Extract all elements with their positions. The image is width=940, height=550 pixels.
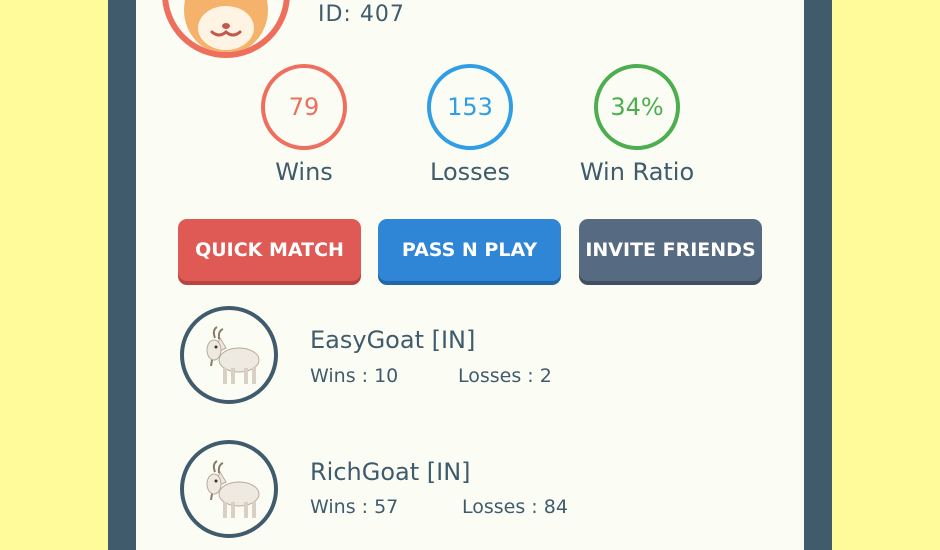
opponent-wins-value: 10	[374, 365, 399, 387]
opponent-losses: Losses : 2	[458, 365, 552, 387]
opponent-wins: Wins : 10	[310, 365, 398, 387]
opponent-losses-value: 2	[539, 365, 552, 387]
opponent-losses-label: Losses :	[458, 365, 534, 387]
opponent-losses-value: 84	[543, 496, 568, 518]
opponent-avatar	[180, 306, 278, 404]
player-id-value: 407	[359, 2, 405, 27]
invite-friends-button[interactable]: INVITE FRIENDS	[579, 219, 762, 281]
goat-icon	[206, 326, 260, 384]
opponent-avatar	[180, 440, 278, 538]
pass-n-play-button[interactable]: PASS N PLAY	[378, 219, 561, 281]
losses-value: 153	[447, 93, 493, 121]
opponent-wins-value: 57	[374, 496, 399, 518]
opponent-name: EasyGoat [IN]	[310, 326, 476, 354]
wins-label: Wins	[275, 158, 333, 186]
opponent-wins: Wins : 57	[310, 496, 398, 518]
player-id-label: ID:	[318, 2, 352, 27]
wins-value: 79	[288, 93, 320, 121]
opponent-name: RichGoat [IN]	[310, 458, 471, 486]
win-ratio-value: 34%	[610, 93, 664, 121]
losses-label: Losses	[430, 158, 510, 186]
player-id: ID: 407	[318, 2, 405, 27]
win-ratio-circle: 34%	[594, 64, 680, 150]
opponent-wins-label: Wins :	[310, 365, 369, 387]
opponent-losses: Losses : 84	[462, 496, 568, 518]
wins-circle: 79	[261, 64, 347, 150]
opponent-losses-label: Losses :	[462, 496, 538, 518]
goat-icon	[206, 460, 260, 518]
losses-circle: 153	[427, 64, 513, 150]
opponent-wins-label: Wins :	[310, 496, 369, 518]
win-ratio-label: Win Ratio	[579, 158, 695, 186]
quick-match-button[interactable]: QUICK MATCH	[178, 219, 361, 281]
